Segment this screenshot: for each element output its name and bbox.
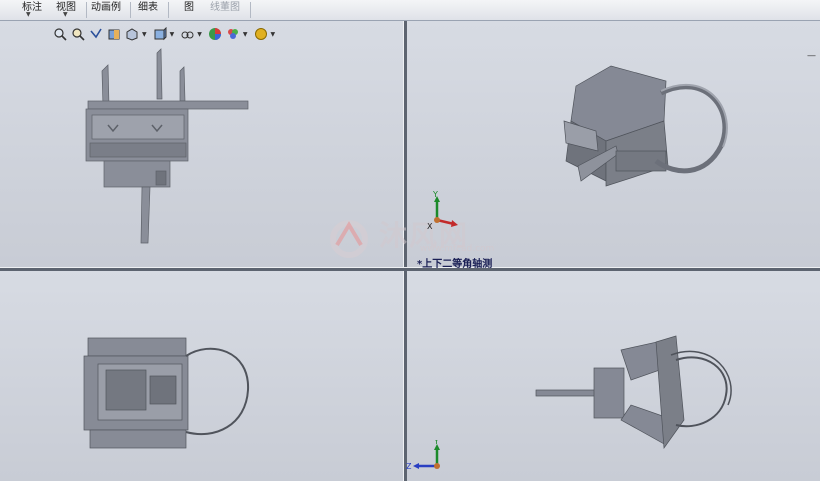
section-view-icon[interactable]	[106, 26, 122, 42]
command-toolbar: 标注 ▼ 视图 ▼ 动画例 细表 图 线董图	[0, 0, 820, 21]
chevron-down-icon[interactable]: ▼	[197, 31, 202, 38]
orientation-triad: Y X	[427, 190, 458, 231]
zoom-to-fit-icon[interactable]	[52, 26, 68, 42]
viewport-splitter-horizontal[interactable]	[0, 267, 820, 271]
axis-y-label: Y	[432, 190, 438, 199]
display-style-icon[interactable]	[152, 26, 168, 42]
apply-scene-icon[interactable]	[225, 26, 241, 42]
toolbar-item-wireframe: 线董图	[210, 2, 240, 13]
toolbar-item-animation[interactable]: 动画例	[91, 0, 121, 20]
toolbar-item-detail[interactable]: 细表	[138, 0, 158, 20]
hide-show-icon[interactable]	[179, 26, 195, 42]
axis-z-label: Z	[406, 462, 412, 471]
heads-up-view-toolbar: ▼ ▼ ▼ ▼ ▼	[52, 26, 278, 42]
edit-appearance-icon[interactable]	[207, 26, 223, 42]
toolbar-separator	[250, 2, 251, 18]
axis-y-label: Y	[433, 440, 439, 446]
view-orientation-label: *上下二等角轴测	[417, 259, 493, 270]
view-settings-icon[interactable]	[253, 26, 269, 42]
chevron-down-icon[interactable]: ▼	[142, 31, 147, 38]
zoom-area-icon[interactable]	[70, 26, 86, 42]
toolbar-item-drawing[interactable]: 图	[184, 0, 194, 20]
model-front-view	[83, 337, 250, 449]
chevron-down-icon[interactable]: ▼	[243, 31, 248, 38]
toolbar-separator	[130, 2, 131, 18]
toolbar-separator	[168, 2, 169, 18]
viewport-menu-icon[interactable]: —	[807, 51, 816, 61]
chevron-down-icon[interactable]: ▼	[271, 31, 276, 38]
watermark-url: www.mfcad.com	[420, 244, 495, 254]
chevron-down-icon[interactable]: ▼	[63, 11, 68, 18]
model-side-view	[535, 335, 732, 449]
chevron-down-icon[interactable]: ▼	[26, 11, 31, 18]
chevron-down-icon[interactable]: ▼	[170, 31, 175, 38]
view-orientation-icon[interactable]	[124, 26, 140, 42]
watermark-logo	[330, 220, 368, 258]
toolbar-item-annotation[interactable]: 标注	[22, 0, 42, 20]
toolbar-separator	[86, 2, 87, 18]
orientation-triad: Y Z	[406, 440, 440, 471]
viewport-bottom-right[interactable]	[406, 270, 820, 481]
previous-view-icon[interactable]	[88, 26, 104, 42]
viewport-bottom-left[interactable]	[0, 270, 403, 481]
axis-x-label: X	[427, 222, 433, 231]
